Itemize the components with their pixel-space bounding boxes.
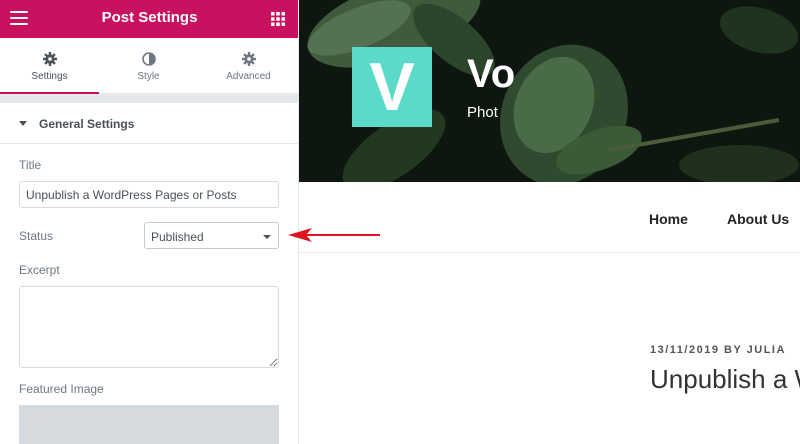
tab-advanced-label: Advanced bbox=[226, 71, 271, 82]
panel-tabs: Settings Style Advanced bbox=[0, 38, 298, 95]
site-title[interactable]: Vo bbox=[467, 52, 515, 97]
contrast-icon bbox=[141, 52, 156, 66]
tab-advanced[interactable]: Advanced bbox=[198, 38, 298, 94]
featured-image-picker[interactable] bbox=[19, 405, 279, 444]
title-input[interactable] bbox=[19, 181, 279, 208]
site-tagline: Phot bbox=[467, 104, 498, 121]
tab-settings[interactable]: Settings bbox=[0, 38, 99, 95]
featured-image-label: Featured Image bbox=[19, 382, 104, 396]
status-select[interactable]: Published bbox=[144, 222, 279, 249]
title-label: Title bbox=[19, 158, 42, 172]
caret-down-icon bbox=[19, 121, 27, 126]
general-settings-section-toggle[interactable]: General Settings bbox=[0, 103, 298, 144]
status-label: Status bbox=[19, 229, 54, 243]
panel-title: Post Settings bbox=[101, 9, 198, 26]
nav-home-link[interactable]: Home bbox=[649, 211, 688, 227]
red-arrow-annotation-icon bbox=[288, 228, 380, 242]
post-title[interactable]: Unpublish a W bbox=[650, 364, 800, 395]
tab-style[interactable]: Style bbox=[99, 38, 198, 94]
tab-settings-label: Settings bbox=[31, 71, 68, 82]
gear-icon bbox=[42, 52, 57, 66]
excerpt-textarea[interactable] bbox=[19, 286, 279, 368]
panel-header: Post Settings bbox=[0, 0, 298, 38]
section-divider bbox=[0, 94, 298, 103]
excerpt-label: Excerpt bbox=[19, 263, 60, 277]
editor-panel: Post Settings Settings Style Advanced Ge… bbox=[0, 0, 299, 444]
post-meta: 13/11/2019 BY JULIA bbox=[650, 344, 786, 356]
site-logo[interactable]: V bbox=[352, 47, 432, 127]
nav-about-link[interactable]: About Us bbox=[727, 211, 789, 227]
status-select-value: Published bbox=[151, 230, 204, 244]
tab-style-label: Style bbox=[137, 71, 160, 82]
chevron-down-icon bbox=[263, 235, 271, 239]
gear-icon bbox=[241, 52, 256, 66]
grid-apps-icon[interactable] bbox=[271, 12, 285, 26]
section-title: General Settings bbox=[39, 117, 135, 131]
